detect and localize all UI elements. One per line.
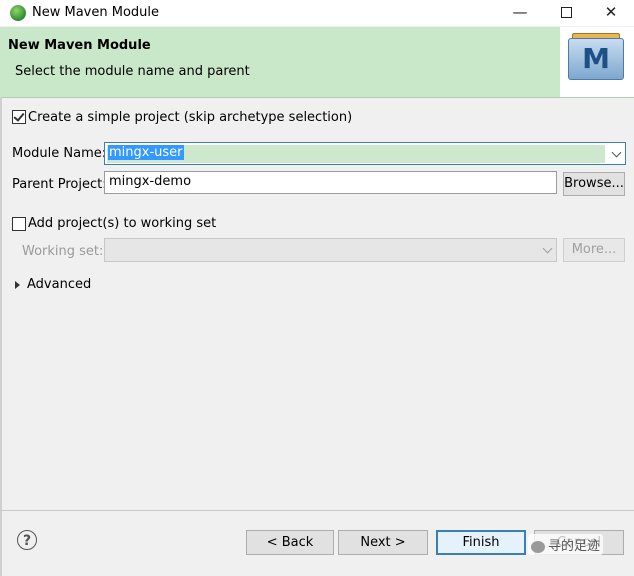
maximize-button[interactable]	[543, 0, 589, 26]
back-button[interactable]: < Back	[246, 530, 334, 555]
parent-project-field[interactable]: mingx-demo	[104, 171, 557, 194]
wechat-icon	[531, 540, 545, 553]
left-border	[0, 97, 2, 576]
advanced-section-toggle[interactable]: Advanced	[27, 277, 91, 292]
banner-description: Select the module name and parent	[15, 64, 250, 79]
working-set-label: Working set:	[22, 244, 104, 259]
parent-project-value: mingx-demo	[109, 174, 192, 189]
more-button[interactable]: More...	[563, 238, 625, 262]
finish-button[interactable]: Finish	[436, 530, 526, 555]
module-name-combo[interactable]: mingx-user	[104, 142, 626, 165]
chevron-down-icon[interactable]	[611, 147, 622, 158]
help-icon[interactable]: ?	[17, 530, 37, 550]
module-name-label: Module Name:	[12, 146, 107, 161]
simple-project-label[interactable]: Create a simple project (skip archetype …	[28, 110, 352, 125]
simple-project-checkbox[interactable]	[12, 110, 26, 124]
triangle-right-icon[interactable]	[15, 281, 20, 289]
eclipse-app-icon	[10, 5, 26, 21]
maven-logo-icon: M	[560, 27, 634, 97]
wizard-banner: New Maven Module Select the module name …	[0, 27, 634, 98]
window-title: New Maven Module	[32, 5, 160, 20]
chevron-down-icon[interactable]	[542, 243, 553, 254]
next-button[interactable]: Next >	[338, 530, 428, 555]
minimize-button[interactable]: —	[497, 0, 543, 26]
watermark-overlay: 寻的足迹	[528, 534, 604, 555]
watermark-text: 寻的足迹	[548, 539, 601, 554]
window-titlebar: New Maven Module — ✕	[0, 0, 634, 26]
logo-letter: M	[582, 42, 610, 75]
working-set-checkbox[interactable]	[12, 217, 26, 231]
banner-title: New Maven Module	[8, 38, 151, 53]
parent-project-label: Parent Project:	[12, 177, 107, 192]
working-set-combo[interactable]	[104, 238, 557, 262]
close-button[interactable]: ✕	[588, 0, 634, 26]
browse-button[interactable]: Browse...	[563, 172, 625, 196]
module-name-input[interactable]: mingx-user	[108, 145, 184, 160]
maximize-icon	[560, 7, 572, 18]
footer-separator	[0, 510, 634, 511]
working-set-add-label[interactable]: Add project(s) to working set	[28, 216, 216, 231]
